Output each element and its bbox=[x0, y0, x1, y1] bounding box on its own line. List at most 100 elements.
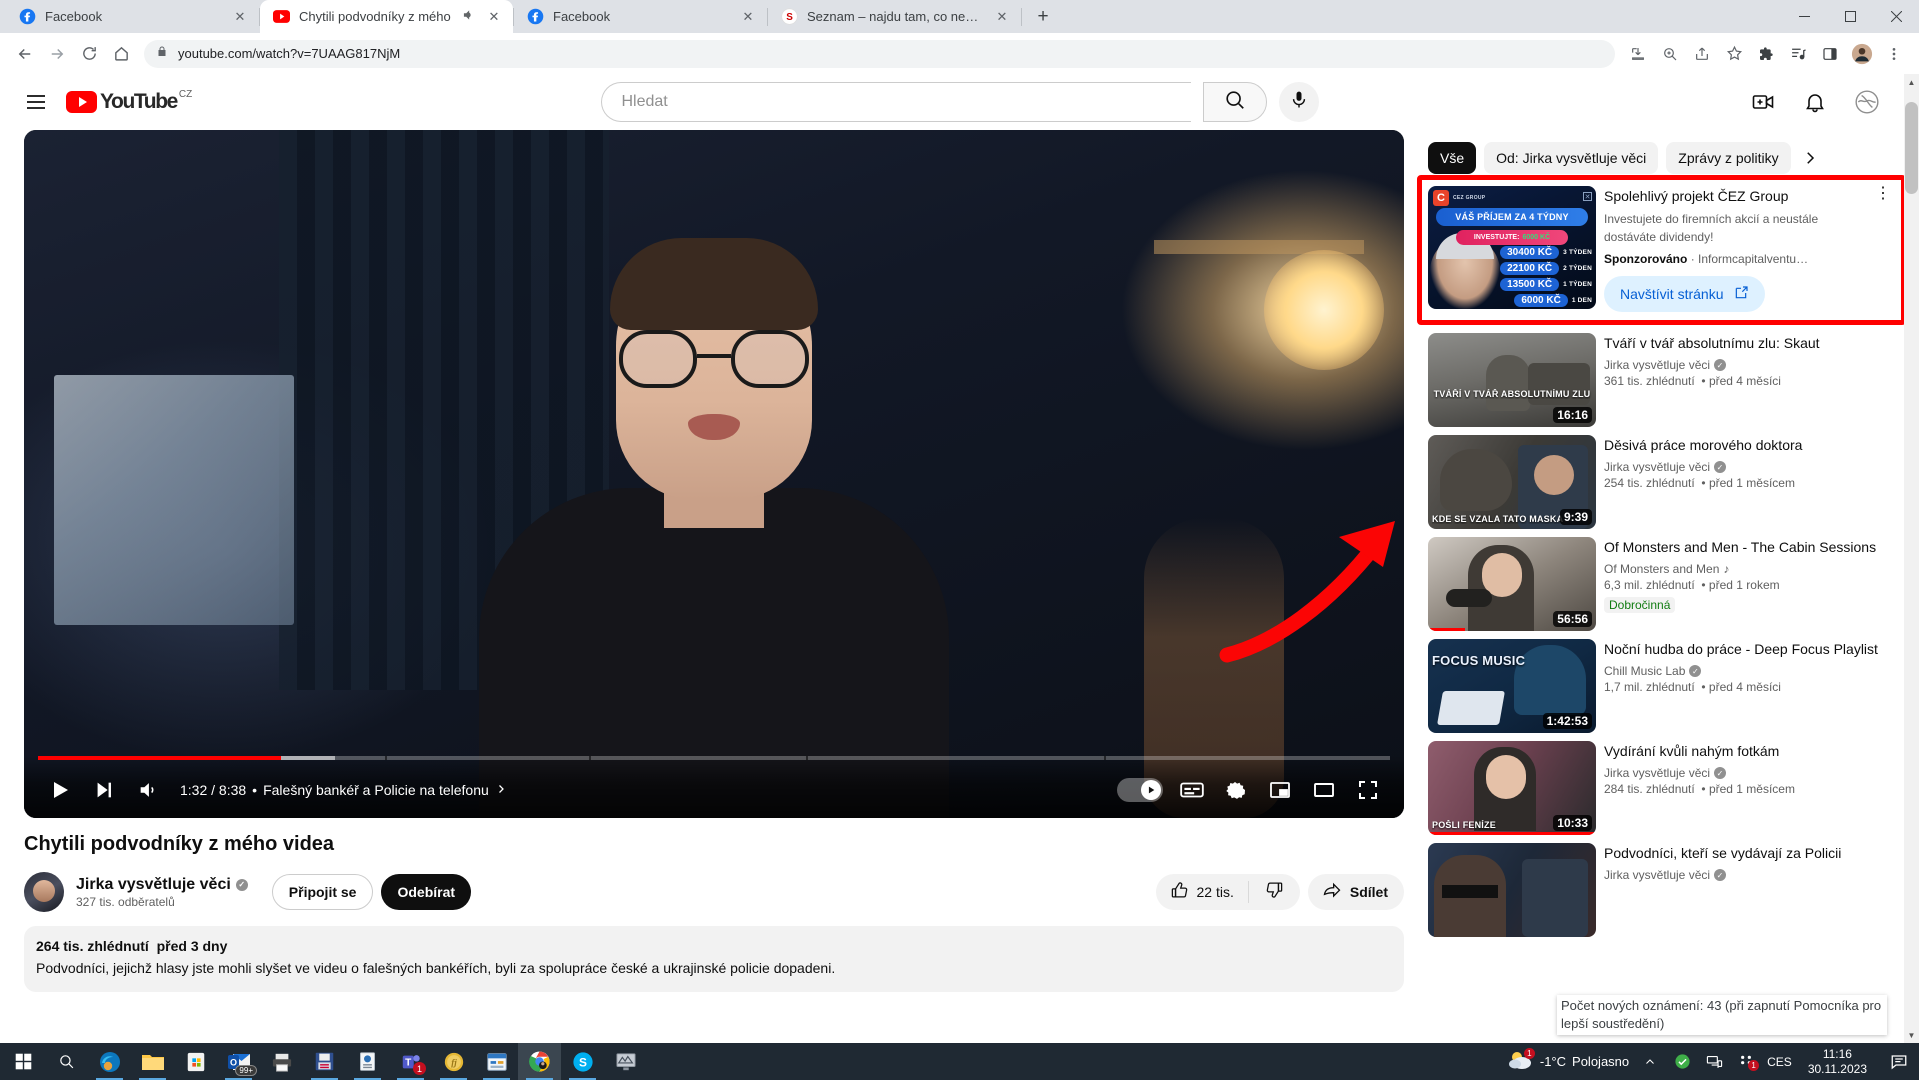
coin-app-icon[interactable]: fj bbox=[432, 1043, 475, 1080]
sponsored-ad-title[interactable]: Spolehlivý projekt ČEZ Group bbox=[1604, 186, 1863, 206]
video-thumbnail[interactable]: POŠLI FENÍZE 10:33 bbox=[1428, 741, 1596, 835]
chevron-right-icon[interactable] bbox=[495, 782, 507, 798]
file-explorer-icon[interactable] bbox=[131, 1043, 174, 1080]
kebab-menu-icon[interactable]: ⋮ bbox=[1871, 186, 1895, 312]
dislike-button[interactable] bbox=[1249, 880, 1300, 904]
forward-icon[interactable] bbox=[42, 39, 72, 69]
media-list-icon[interactable] bbox=[1783, 39, 1813, 69]
video-channel[interactable]: Jirka vysvětluje věci ✓ bbox=[1604, 766, 1895, 780]
video-thumbnail[interactable]: KDE SE VZALA TATO MASKA 9:39 bbox=[1428, 435, 1596, 529]
tab-close-icon[interactable]: ✕ bbox=[231, 8, 249, 26]
calendar-app-icon[interactable] bbox=[475, 1043, 518, 1080]
document-app-icon[interactable] bbox=[346, 1043, 389, 1080]
window-maximize-button[interactable] bbox=[1827, 0, 1873, 33]
window-close-button[interactable] bbox=[1873, 0, 1919, 33]
scroll-down-icon[interactable]: ▼ bbox=[1904, 1027, 1919, 1043]
join-button[interactable]: Připojit se bbox=[271, 874, 374, 910]
browser-tab-3[interactable]: Facebook ✕ bbox=[514, 0, 767, 33]
sponsored-ad-thumbnail[interactable]: C CEZ GROUP ✕ VÁŠ PŘÍJEM ZA 4 TÝDNY INVE… bbox=[1428, 186, 1596, 309]
video-description-box[interactable]: 264 tis. zhlédnutí před 3 dny Podvodníci… bbox=[24, 926, 1404, 992]
video-channel[interactable]: Chill Music Lab ✓ bbox=[1604, 664, 1895, 678]
zoom-icon[interactable] bbox=[1655, 39, 1685, 69]
subtitles-icon[interactable] bbox=[1170, 768, 1214, 812]
video-title[interactable]: Vydírání kvůli nahým fotkám bbox=[1604, 741, 1895, 761]
youtube-logo[interactable]: YouTube CZ bbox=[66, 89, 192, 113]
video-title[interactable]: Of Monsters and Men - The Cabin Sessions bbox=[1604, 537, 1895, 557]
video-channel[interactable]: Jirka vysvětluje věci ✓ bbox=[1604, 358, 1895, 372]
create-video-icon[interactable] bbox=[1747, 86, 1779, 118]
back-icon[interactable] bbox=[10, 39, 40, 69]
video-title[interactable]: Děsivá práce morového doktora bbox=[1604, 435, 1895, 455]
edge-icon[interactable] bbox=[88, 1043, 131, 1080]
play-icon[interactable] bbox=[38, 768, 82, 812]
scrollbar[interactable]: ▲ ▼ bbox=[1904, 74, 1919, 1043]
clock-widget[interactable]: 11:16 30.11.2023 bbox=[1802, 1047, 1873, 1077]
sponsored-ad-card[interactable]: C CEZ GROUP ✕ VÁŠ PŘÍJEM ZA 4 TÝDNY INVE… bbox=[1428, 186, 1895, 312]
google-chrome-icon[interactable] bbox=[518, 1043, 561, 1080]
home-icon[interactable] bbox=[106, 39, 136, 69]
list-item[interactable]: POŠLI FENÍZE 10:33 Vydírání kvůli nahým … bbox=[1428, 741, 1895, 835]
share-icon[interactable] bbox=[1687, 39, 1717, 69]
subscribe-button[interactable]: Odebírat bbox=[381, 874, 472, 910]
gear-icon[interactable] bbox=[1214, 768, 1258, 812]
autoplay-toggle[interactable] bbox=[1110, 768, 1170, 812]
reload-icon[interactable] bbox=[74, 39, 104, 69]
like-button[interactable]: 22 tis. bbox=[1156, 881, 1248, 903]
player-chapter-title[interactable]: Falešný bankéř a Policie na telefonu bbox=[263, 782, 489, 798]
profile-avatar-icon[interactable] bbox=[1847, 39, 1877, 69]
voice-search-button[interactable] bbox=[1278, 82, 1319, 122]
tab-close-icon[interactable]: ✕ bbox=[993, 8, 1011, 26]
video-thumbnail[interactable]: FOCUS MUSIC 1:42:53 bbox=[1428, 639, 1596, 733]
extensions-puzzle-icon[interactable] bbox=[1751, 39, 1781, 69]
window-minimize-button[interactable] bbox=[1781, 0, 1827, 33]
monitor-app-icon[interactable] bbox=[604, 1043, 647, 1080]
video-channel[interactable]: Jirka vysvětluje věci ✓ bbox=[1604, 460, 1895, 474]
list-item[interactable]: Podvodníci, kteří se vydávají za Policii… bbox=[1428, 843, 1895, 937]
chip-from-channel[interactable]: Od: Jirka vysvětluje věci bbox=[1484, 142, 1659, 174]
windows-start-icon[interactable] bbox=[2, 1043, 45, 1080]
chrome-menu-icon[interactable] bbox=[1879, 39, 1909, 69]
action-center-icon[interactable] bbox=[1883, 1043, 1915, 1080]
network-icon[interactable] bbox=[1703, 1053, 1725, 1070]
video-thumbnail[interactable]: TVÁŘÍ V TVÁŘ ABSOLUTNÍMU ZLU 16:16 bbox=[1428, 333, 1596, 427]
scrollbar-thumb[interactable] bbox=[1905, 102, 1918, 194]
printer-icon[interactable] bbox=[260, 1043, 303, 1080]
video-surface[interactable] bbox=[24, 130, 1404, 818]
autoplay-switch[interactable] bbox=[1117, 778, 1163, 802]
chip-politics-news[interactable]: Zprávy z politiky bbox=[1666, 142, 1791, 174]
channel-name-row[interactable]: Jirka vysvětluje věci ✓ bbox=[76, 876, 248, 894]
browser-tab-1[interactable]: Facebook ✕ bbox=[6, 0, 259, 33]
tray-app-icon[interactable]: 1 bbox=[1735, 1054, 1760, 1071]
address-bar[interactable]: youtube.com/watch?v=7UAAG817NjM bbox=[144, 39, 1615, 68]
browser-tab-4[interactable]: S Seznam – najdu tam, co neznám ✕ bbox=[768, 0, 1021, 33]
list-item[interactable]: KDE SE VZALA TATO MASKA 9:39 Děsivá prác… bbox=[1428, 435, 1895, 529]
list-item[interactable]: 56:56 Of Monsters and Men - The Cabin Se… bbox=[1428, 537, 1895, 631]
fullscreen-icon[interactable] bbox=[1346, 768, 1390, 812]
video-title[interactable]: Tváří v tvář absolutnímu zlu: Skaut bbox=[1604, 333, 1895, 353]
list-item[interactable]: TVÁŘÍ V TVÁŘ ABSOLUTNÍMU ZLU 16:16 Tváří… bbox=[1428, 333, 1895, 427]
weather-widget[interactable]: 1 -1°C Polojasno bbox=[1508, 1048, 1629, 1074]
side-panel-icon[interactable] bbox=[1815, 39, 1845, 69]
chip-all[interactable]: Vše bbox=[1428, 142, 1477, 174]
video-channel[interactable]: Jirka vysvětluje věci ✓ bbox=[1604, 868, 1895, 882]
browser-tab-2[interactable]: Chytili podvodníky z mého ✕ bbox=[260, 0, 513, 33]
microsoft-store-icon[interactable] bbox=[174, 1043, 217, 1080]
search-input[interactable]: Hledat bbox=[600, 82, 1191, 122]
video-thumbnail[interactable] bbox=[1428, 843, 1596, 937]
share-button[interactable]: Sdílet bbox=[1307, 874, 1404, 910]
video-channel[interactable]: Of Monsters and Men ♪ bbox=[1604, 562, 1895, 576]
save-app-icon[interactable] bbox=[303, 1043, 346, 1080]
new-tab-button[interactable]: + bbox=[1026, 2, 1060, 31]
language-indicator[interactable]: CES bbox=[1767, 1055, 1792, 1069]
taskbar-search-icon[interactable] bbox=[45, 1043, 88, 1080]
install-icon[interactable] bbox=[1623, 39, 1653, 69]
video-player[interactable]: 1:32 / 8:38 • Falešný bankéř a Policie n… bbox=[24, 130, 1404, 818]
tab-close-icon[interactable]: ✕ bbox=[739, 8, 757, 26]
bookmark-star-icon[interactable] bbox=[1719, 39, 1749, 69]
hamburger-icon[interactable] bbox=[16, 82, 56, 122]
visit-site-button[interactable]: Navštívit stránku bbox=[1604, 276, 1766, 312]
security-ok-icon[interactable] bbox=[1671, 1053, 1693, 1070]
chevron-up-icon[interactable] bbox=[1639, 1056, 1661, 1068]
avatar[interactable] bbox=[24, 872, 64, 912]
video-title[interactable]: Noční hudba do práce - Deep Focus Playli… bbox=[1604, 639, 1895, 659]
